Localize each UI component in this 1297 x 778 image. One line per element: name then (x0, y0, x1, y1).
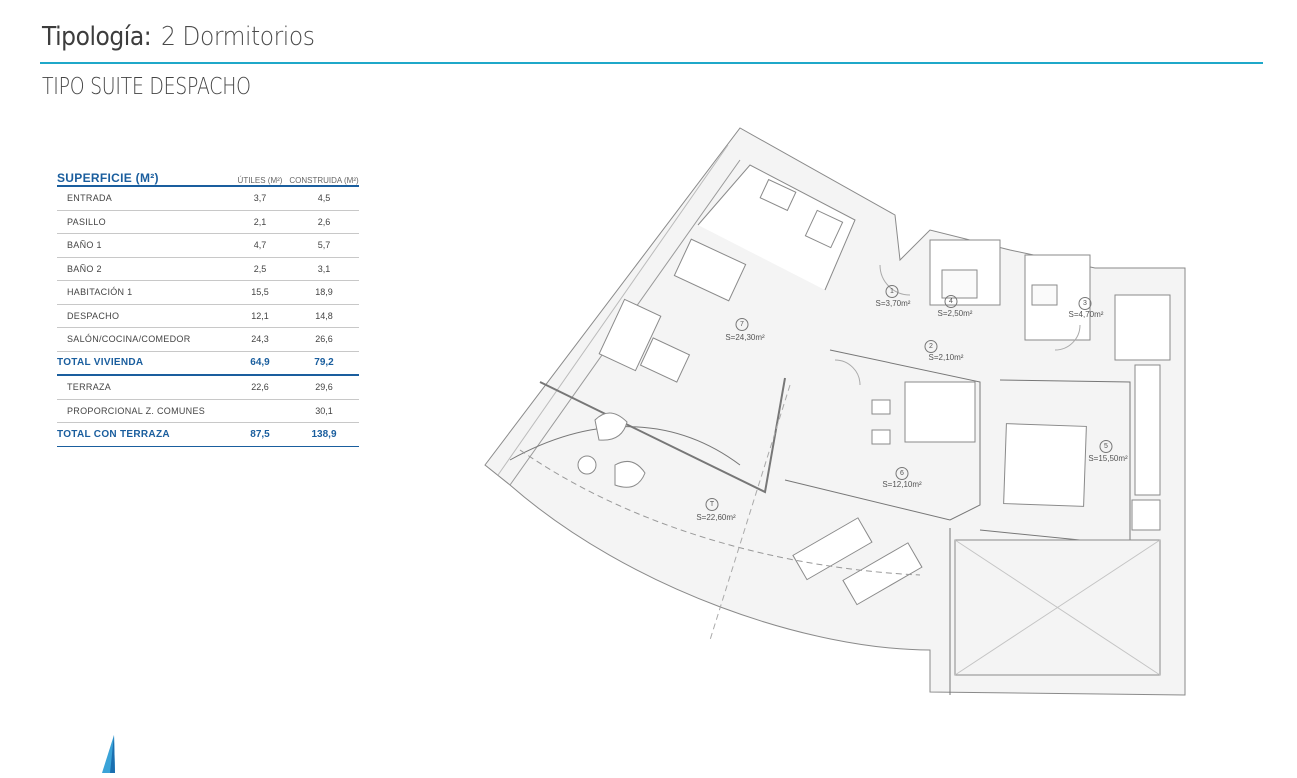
row-name: TOTAL VIVIENDA (57, 357, 144, 369)
room-area: S=12,10m² (882, 480, 922, 489)
room-area: S=2,50m² (937, 309, 973, 318)
floor-plan-drawing (484, 127, 1186, 696)
row-name: ENTRADA (67, 193, 113, 204)
row-const: 138,9 (311, 428, 337, 440)
table-row: BAÑO 2 2,5 3,1 (57, 258, 359, 281)
row-name: SALÓN/COCINA/COMEDOR (67, 334, 191, 345)
row-const: 79,2 (314, 357, 334, 369)
sail-logo-icon (102, 735, 115, 773)
row-util: 15,5 (251, 287, 269, 298)
table-row: PROPORCIONAL Z. COMUNES 30,1 (57, 400, 359, 423)
room-area: S=3,70m² (875, 299, 911, 308)
row-util: 12,1 (251, 310, 269, 321)
title-divider (40, 62, 1263, 64)
row-const: 29,6 (315, 382, 333, 393)
room-number: 6 (895, 467, 909, 480)
table-row: TERRAZA 22,6 29,6 (57, 376, 359, 400)
room-area: S=2,10m² (928, 353, 964, 362)
title-value: 2 Dormitorios (161, 22, 315, 52)
row-util: 2,1 (253, 216, 267, 227)
total-terraza-row: TOTAL CON TERRAZA 87,5 138,9 (57, 423, 359, 447)
surface-table: SUPERFICIE (M²) ÚTILES (M²) CONSTRUIDA (… (57, 166, 359, 447)
room-number: T (705, 498, 719, 511)
table-header: SUPERFICIE (M²) ÚTILES (M²) CONSTRUIDA (… (57, 166, 359, 187)
row-name: PASILLO (67, 216, 106, 227)
table-heading: SUPERFICIE (M²) (57, 171, 159, 185)
col-const-header: CONSTRUIDA (M²) (289, 176, 359, 185)
row-util: 24,3 (251, 334, 269, 345)
room-area: S=22,60m² (696, 513, 736, 522)
row-name: BAÑO 1 (67, 240, 102, 251)
row-util: 22,6 (251, 382, 269, 393)
table-row: BAÑO 1 4,7 5,7 (57, 234, 359, 258)
room-number: 7 (735, 318, 749, 331)
table-row: HABITACIÓN 1 15,5 18,9 (57, 281, 359, 305)
row-const: 4,5 (317, 193, 331, 204)
room-number: 5 (1099, 440, 1113, 453)
room-number: 1 (885, 285, 899, 298)
col-util-header: ÚTILES (M²) (237, 176, 283, 185)
table-row: PASILLO 2,1 2,6 (57, 211, 359, 234)
row-const: 18,9 (315, 287, 333, 298)
room-area: S=15,50m² (1088, 454, 1128, 463)
title-label: Tipología: (42, 22, 152, 52)
floor-plan: 1 S=3,70m² 2 S=2,10m² 3 S=4,70m² 4 S=2,5… (480, 120, 1200, 710)
table-row: DESPACHO 12,1 14,8 (57, 305, 359, 328)
row-util: 4,7 (253, 240, 267, 251)
brand-logo (100, 733, 120, 778)
row-util: 2,5 (253, 263, 267, 274)
row-const: 14,8 (315, 310, 333, 321)
room-area: S=4,70m² (1068, 310, 1104, 319)
row-const: 5,7 (317, 240, 331, 251)
row-const: 30,1 (315, 405, 333, 416)
row-name: PROPORCIONAL Z. COMUNES (67, 405, 206, 416)
room-area: S=24,30m² (725, 333, 765, 342)
row-name: HABITACIÓN 1 (67, 287, 133, 298)
total-vivienda-row: TOTAL VIVIENDA 64,9 79,2 (57, 352, 359, 376)
row-name: TOTAL CON TERRAZA (57, 428, 170, 440)
table-row: SALÓN/COCINA/COMEDOR 24,3 26,6 (57, 328, 359, 352)
room-number: 2 (924, 340, 938, 353)
row-util: 87,5 (250, 428, 270, 440)
page-title: Tipología: 2 Dormitorios (42, 22, 332, 62)
row-name: TERRAZA (67, 382, 112, 393)
row-name: BAÑO 2 (67, 263, 102, 274)
table-row: ENTRADA 3,7 4,5 (57, 187, 359, 211)
row-const: 26,6 (315, 334, 333, 345)
page-subtitle: TIPO SUITE DESPACHO (42, 74, 251, 100)
room-number: 4 (944, 295, 958, 308)
row-util: 64,9 (250, 357, 270, 369)
row-name: DESPACHO (67, 310, 120, 321)
row-const: 3,1 (317, 263, 331, 274)
room-number: 3 (1078, 297, 1092, 310)
row-util: 3,7 (253, 193, 267, 204)
row-const: 2,6 (317, 216, 331, 227)
